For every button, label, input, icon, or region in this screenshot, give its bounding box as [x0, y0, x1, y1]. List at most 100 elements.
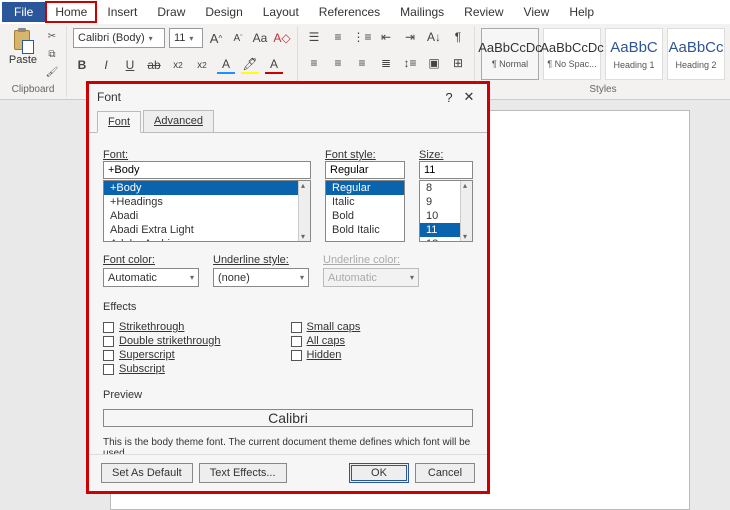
menu-layout[interactable]: Layout	[253, 2, 309, 22]
paste-icon	[12, 28, 34, 54]
chevron-down-icon: ▾	[410, 273, 414, 282]
underline-color-label: Underline color:	[323, 254, 419, 266]
scrollbar[interactable]	[460, 181, 472, 241]
chk-small-caps[interactable]: Small caps	[291, 321, 361, 333]
inc-indent-button[interactable]: ⇥	[400, 28, 420, 46]
style-tile-nospacing[interactable]: AaBbCcDc¶ No Spac...	[543, 28, 601, 80]
clipboard-group-label: Clipboard	[6, 84, 60, 95]
change-case-button[interactable]: Aa	[251, 29, 269, 47]
list-item[interactable]: Abadi	[104, 209, 310, 223]
dialog-tabs: Font Advanced	[89, 110, 487, 133]
cancel-button[interactable]: Cancel	[415, 463, 475, 483]
align-right-button[interactable]: ≡	[352, 54, 372, 72]
menu-review[interactable]: Review	[454, 2, 513, 22]
underline-style-dropdown[interactable]: (none)▾	[213, 268, 309, 287]
bullets-button[interactable]: ☰	[304, 28, 324, 46]
font-size-combo[interactable]: 11▾	[169, 28, 203, 48]
paste-label: Paste	[9, 54, 37, 66]
shading-button[interactable]: ▣	[424, 54, 444, 72]
font-style-listbox[interactable]: Regular Italic Bold Bold Italic	[325, 180, 405, 242]
dialog-titlebar: Font ? ✕	[89, 84, 487, 110]
tab-advanced[interactable]: Advanced	[143, 110, 214, 132]
style-tile-heading1[interactable]: AaBbCHeading 1	[605, 28, 663, 80]
font-label: Font:	[103, 149, 311, 161]
align-left-button[interactable]: ≡	[304, 54, 324, 72]
strike-button[interactable]: ab	[145, 56, 163, 74]
borders-button[interactable]: ⊞	[448, 54, 468, 72]
subscript-button[interactable]: x2	[169, 56, 187, 74]
dialog-title: Font	[97, 90, 439, 104]
font-color-button[interactable]: A	[265, 56, 283, 74]
cut-button[interactable]: ✂	[44, 28, 60, 44]
list-item[interactable]: +Body	[104, 181, 310, 195]
menu-view[interactable]: View	[514, 2, 560, 22]
menu-references[interactable]: References	[309, 2, 390, 22]
size-listbox[interactable]: 8 9 10 11 12	[419, 180, 473, 242]
highlight-button[interactable]: 🖊	[241, 56, 259, 74]
clear-format-button[interactable]: A◇	[273, 29, 291, 47]
size-input[interactable]	[419, 161, 473, 179]
multilevel-button[interactable]: ⋮≡	[352, 28, 372, 46]
bold-button[interactable]: B	[73, 56, 91, 74]
texteffects-button[interactable]: A	[217, 56, 235, 74]
superscript-button[interactable]: x2	[193, 56, 211, 74]
chk-strikethrough[interactable]: Strikethrough	[103, 321, 221, 333]
styles-group-label: Styles	[481, 84, 725, 95]
preview-note: This is the body theme font. The current…	[103, 437, 473, 454]
align-center-button[interactable]: ≡	[328, 54, 348, 72]
menu-help[interactable]: Help	[559, 2, 604, 22]
list-item[interactable]: Italic	[326, 195, 404, 209]
chevron-down-icon: ▾	[300, 273, 304, 282]
show-marks-button[interactable]: ¶	[448, 28, 468, 46]
chevron-down-icon: ▾	[189, 34, 193, 43]
italic-button[interactable]: I	[97, 56, 115, 74]
list-item[interactable]: Bold	[326, 209, 404, 223]
ribbon-group-styles: AaBbCcDc¶ Normal AaBbCcDc¶ No Spac... Aa…	[475, 26, 730, 97]
chevron-down-icon: ▾	[149, 34, 153, 43]
close-button[interactable]: ✕	[459, 89, 479, 105]
text-effects-button[interactable]: Text Effects...	[199, 463, 287, 483]
ok-button[interactable]: OK	[349, 463, 409, 483]
chk-hidden[interactable]: Hidden	[291, 349, 361, 361]
font-family-combo[interactable]: Calibri (Body)▾	[73, 28, 165, 48]
numbering-button[interactable]: ≡	[328, 28, 348, 46]
font-listbox[interactable]: +Body +Headings Abadi Abadi Extra Light …	[103, 180, 311, 242]
chk-all-caps[interactable]: All caps	[291, 335, 361, 347]
grow-font-button[interactable]: A^	[207, 29, 225, 47]
underline-style-label: Underline style:	[213, 254, 309, 266]
font-color-dropdown[interactable]: Automatic▾	[103, 268, 199, 287]
tab-font[interactable]: Font	[97, 111, 141, 133]
copy-button[interactable]: ⧉	[44, 46, 60, 62]
set-default-button[interactable]: Set As Default	[101, 463, 193, 483]
line-spacing-button[interactable]: ↕≡	[400, 54, 420, 72]
chk-double-strikethrough[interactable]: Double strikethrough	[103, 335, 221, 347]
menu-draw[interactable]: Draw	[147, 2, 195, 22]
menu-mailings[interactable]: Mailings	[390, 2, 454, 22]
menu-file[interactable]: File	[2, 2, 45, 22]
list-item[interactable]: Regular	[326, 181, 404, 195]
underline-button[interactable]: U	[121, 56, 139, 74]
scrollbar[interactable]	[298, 181, 310, 241]
chk-superscript[interactable]: Superscript	[103, 349, 221, 361]
list-item[interactable]: Bold Italic	[326, 223, 404, 237]
format-painter-button[interactable]: 🖌	[44, 64, 60, 80]
help-button[interactable]: ?	[439, 90, 459, 105]
list-item[interactable]: Abadi Extra Light	[104, 223, 310, 237]
style-tile-normal[interactable]: AaBbCcDc¶ Normal	[481, 28, 539, 80]
justify-button[interactable]: ≣	[376, 54, 396, 72]
menu-insert[interactable]: Insert	[97, 2, 147, 22]
list-item[interactable]: +Headings	[104, 195, 310, 209]
menu-design[interactable]: Design	[195, 2, 252, 22]
menu-home[interactable]: Home	[45, 1, 97, 23]
style-tile-heading2[interactable]: AaBbCcHeading 2	[667, 28, 725, 80]
paste-button[interactable]: Paste	[6, 28, 40, 66]
font-input[interactable]	[103, 161, 311, 179]
dec-indent-button[interactable]: ⇤	[376, 28, 396, 46]
shrink-font-button[interactable]: Aˇ	[229, 29, 247, 47]
chk-subscript[interactable]: Subscript	[103, 363, 221, 375]
menubar: File Home Insert Draw Design Layout Refe…	[0, 0, 730, 24]
list-item[interactable]: Adobe Arabic	[104, 237, 310, 242]
sort-button[interactable]: A↓	[424, 28, 444, 46]
font-color-label: Font color:	[103, 254, 199, 266]
font-style-input[interactable]	[325, 161, 405, 179]
